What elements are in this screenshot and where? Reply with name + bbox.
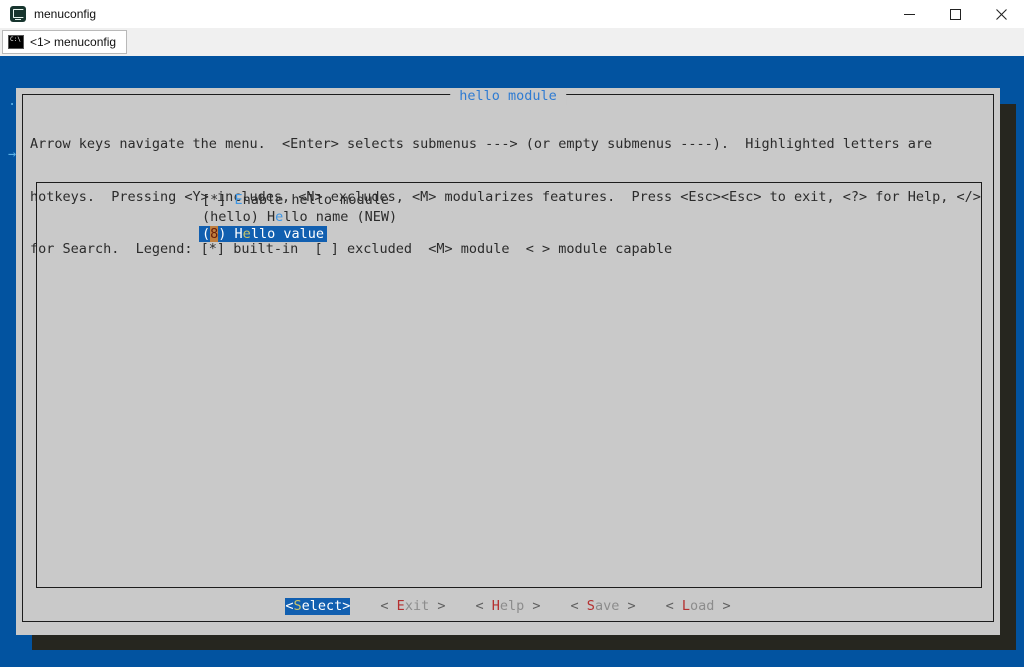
instructions-line1: Arrow keys navigate the menu. <Enter> se… <box>30 136 981 154</box>
minimize-icon <box>904 14 915 15</box>
tab-menuconfig[interactable]: C:\ <1> menuconfig <box>2 30 127 54</box>
config-dialog: hello module Arrow keys navigate the men… <box>16 88 1000 635</box>
load-button[interactable]: < Load > <box>666 598 731 615</box>
window-title: menuconfig <box>34 0 96 28</box>
menu-item-hello-value[interactable]: (8) Hello value <box>202 226 327 243</box>
tab-label: <1> menuconfig <box>30 35 116 49</box>
save-button[interactable]: < Save > <box>571 598 636 615</box>
app-window: menuconfig C:\ <1> menuconfig <box>0 0 1024 667</box>
hotkey-letter: E <box>235 192 243 208</box>
tab-bar: C:\ <1> menuconfig + 1 <box>0 28 1024 56</box>
menu-item-enable-hello-module[interactable]: [*] Enable hello module <box>202 192 389 209</box>
exit-button[interactable]: < Exit > <box>380 598 445 615</box>
cmd-console-icon: C:\ <box>8 35 24 49</box>
help-button[interactable]: < Help > <box>475 598 540 615</box>
menu-item-hello-name[interactable]: (hello) Hello name (NEW) <box>202 209 397 226</box>
title-bar: menuconfig <box>0 0 1024 28</box>
maximize-icon <box>950 9 961 20</box>
maximize-button[interactable] <box>932 0 978 28</box>
conemu-app-icon <box>10 6 26 22</box>
close-button[interactable] <box>978 0 1024 28</box>
selected-menu-row: (8) Hello value <box>199 226 327 242</box>
terminal-area: .config - RT-Thread Configuration → hell… <box>0 56 1024 667</box>
select-button[interactable]: <Select> <box>285 598 350 615</box>
minimize-button[interactable] <box>886 0 932 28</box>
hotkey-letter: e <box>243 226 251 242</box>
close-icon <box>996 9 1007 20</box>
menu-listbox: [*] Enable hello module (hello) Hello na… <box>36 182 982 588</box>
dialog-button-row: <Select> < Exit > < Help > < Save > < Lo… <box>16 598 1000 615</box>
